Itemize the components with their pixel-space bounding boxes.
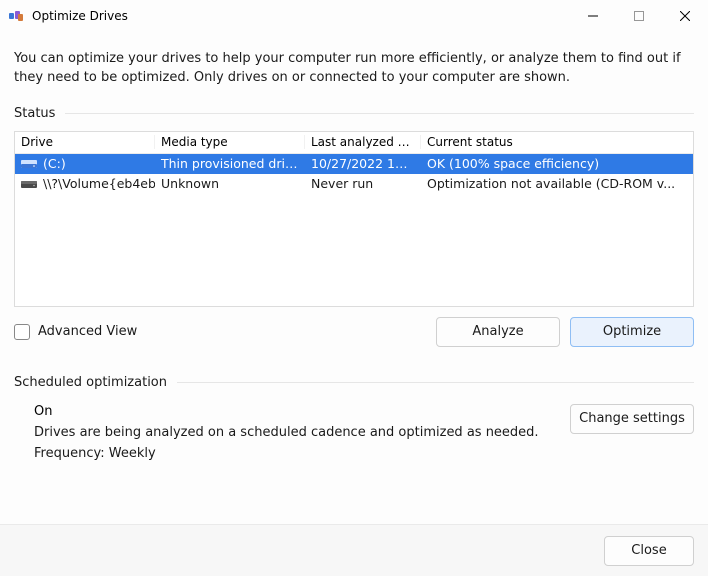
drive-last-analyzed: Never run (305, 176, 421, 191)
drive-media-type: Thin provisioned drive (155, 156, 305, 171)
checkbox-box[interactable] (14, 324, 30, 340)
analyze-button[interactable]: Analyze (436, 317, 560, 347)
hard-drive-icon (21, 158, 37, 170)
column-current-status[interactable]: Current status (421, 135, 693, 149)
window-controls (570, 0, 708, 32)
column-last-analyzed[interactable]: Last analyzed or o... (305, 135, 421, 149)
drive-last-analyzed: 10/27/2022 12:34 ... (305, 156, 421, 171)
scheduled-frequency: Frequency: Weekly (34, 446, 539, 461)
close-window-button[interactable] (662, 0, 708, 32)
hard-drive-icon (21, 178, 37, 190)
scheduled-on-label: On (34, 404, 539, 419)
advanced-view-label: Advanced View (38, 324, 137, 339)
optimize-button[interactable]: Optimize (570, 317, 694, 347)
bottom-bar: Close (0, 524, 708, 576)
titlebar: Optimize Drives (0, 0, 708, 32)
column-media-type[interactable]: Media type (155, 135, 305, 149)
column-drive[interactable]: Drive (15, 135, 155, 149)
maximize-button (616, 0, 662, 32)
status-section-header: Status (14, 106, 694, 121)
drive-name: (C:) (43, 156, 66, 171)
advanced-view-checkbox[interactable]: Advanced View (14, 324, 137, 340)
intro-text: You can optimize your drives to help you… (14, 50, 694, 88)
window-title: Optimize Drives (32, 9, 128, 23)
scheduled-section-header: Scheduled optimization (14, 375, 694, 390)
drive-media-type: Unknown (155, 176, 305, 191)
close-button[interactable]: Close (604, 536, 694, 566)
drive-row[interactable]: (C:) Thin provisioned drive 10/27/2022 1… (15, 154, 693, 174)
change-settings-button[interactable]: Change settings (570, 404, 694, 434)
minimize-button[interactable] (570, 0, 616, 32)
scheduled-label: Scheduled optimization (14, 375, 167, 390)
drive-list-header[interactable]: Drive Media type Last analyzed or o... C… (15, 132, 693, 154)
drive-name: \\?\Volume{eb4eb... (43, 176, 155, 191)
drive-current-status: OK (100% space efficiency) (421, 156, 693, 171)
drive-current-status: Optimization not available (CD-ROM v... (421, 176, 693, 191)
drive-list: Drive Media type Last analyzed or o... C… (14, 131, 694, 307)
drive-row[interactable]: \\?\Volume{eb4eb... Unknown Never run Op… (15, 174, 693, 194)
status-label: Status (14, 106, 55, 121)
scheduled-desc: Drives are being analyzed on a scheduled… (34, 425, 539, 440)
app-icon (8, 8, 24, 24)
